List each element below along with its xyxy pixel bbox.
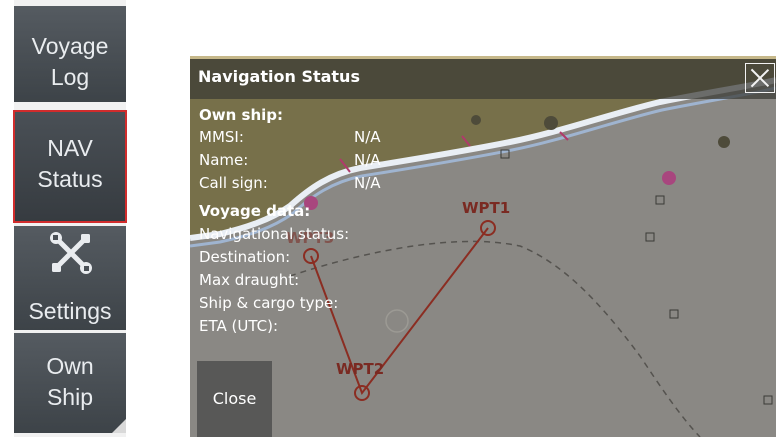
- waypoint-label-wpt1[interactable]: WPT1: [462, 199, 510, 217]
- dialog-title: Navigation Status: [198, 67, 360, 86]
- nav-status-button[interactable]: NAV Status: [13, 110, 127, 223]
- voyage-log-button[interactable]: Voyage Log: [14, 6, 126, 102]
- nav-status-label-2: Status: [37, 166, 103, 192]
- call-sign-value: N/A: [354, 174, 381, 192]
- max-draught-label: Max draught:: [199, 271, 300, 289]
- own-ship-label-2: Ship: [46, 384, 94, 410]
- mmsi-value: N/A: [354, 128, 381, 146]
- own-ship-button[interactable]: Own Ship: [14, 333, 126, 433]
- close-button[interactable]: Close: [197, 361, 272, 437]
- voyage-data-heading: Voyage data:: [199, 202, 311, 220]
- close-icon[interactable]: [745, 63, 775, 93]
- resize-corner-icon: [112, 419, 126, 433]
- mmsi-label: MMSI:: [199, 128, 244, 146]
- name-value: N/A: [354, 151, 381, 169]
- wrench-screwdriver-icon: [50, 232, 92, 274]
- voyage-log-label-1: Voyage: [31, 33, 109, 59]
- settings-label: Settings: [28, 298, 112, 324]
- call-sign-label: Call sign:: [199, 174, 268, 192]
- own-ship-label-1: Own: [46, 353, 94, 379]
- voyage-log-label-2: Log: [50, 64, 90, 90]
- destination-label: Destination:: [199, 248, 291, 266]
- ship-cargo-type-label: Ship & cargo type:: [199, 294, 339, 312]
- eta-utc-label: ETA (UTC):: [199, 317, 278, 335]
- own-ship-heading: Own ship:: [199, 106, 283, 124]
- waypoint-label-wpt2[interactable]: WPT2: [336, 360, 384, 378]
- settings-button[interactable]: Settings: [14, 226, 126, 330]
- nav-status-label-1: NAV: [47, 135, 93, 161]
- navigational-status-label: Navigational status:: [199, 225, 350, 243]
- name-label: Name:: [199, 151, 249, 169]
